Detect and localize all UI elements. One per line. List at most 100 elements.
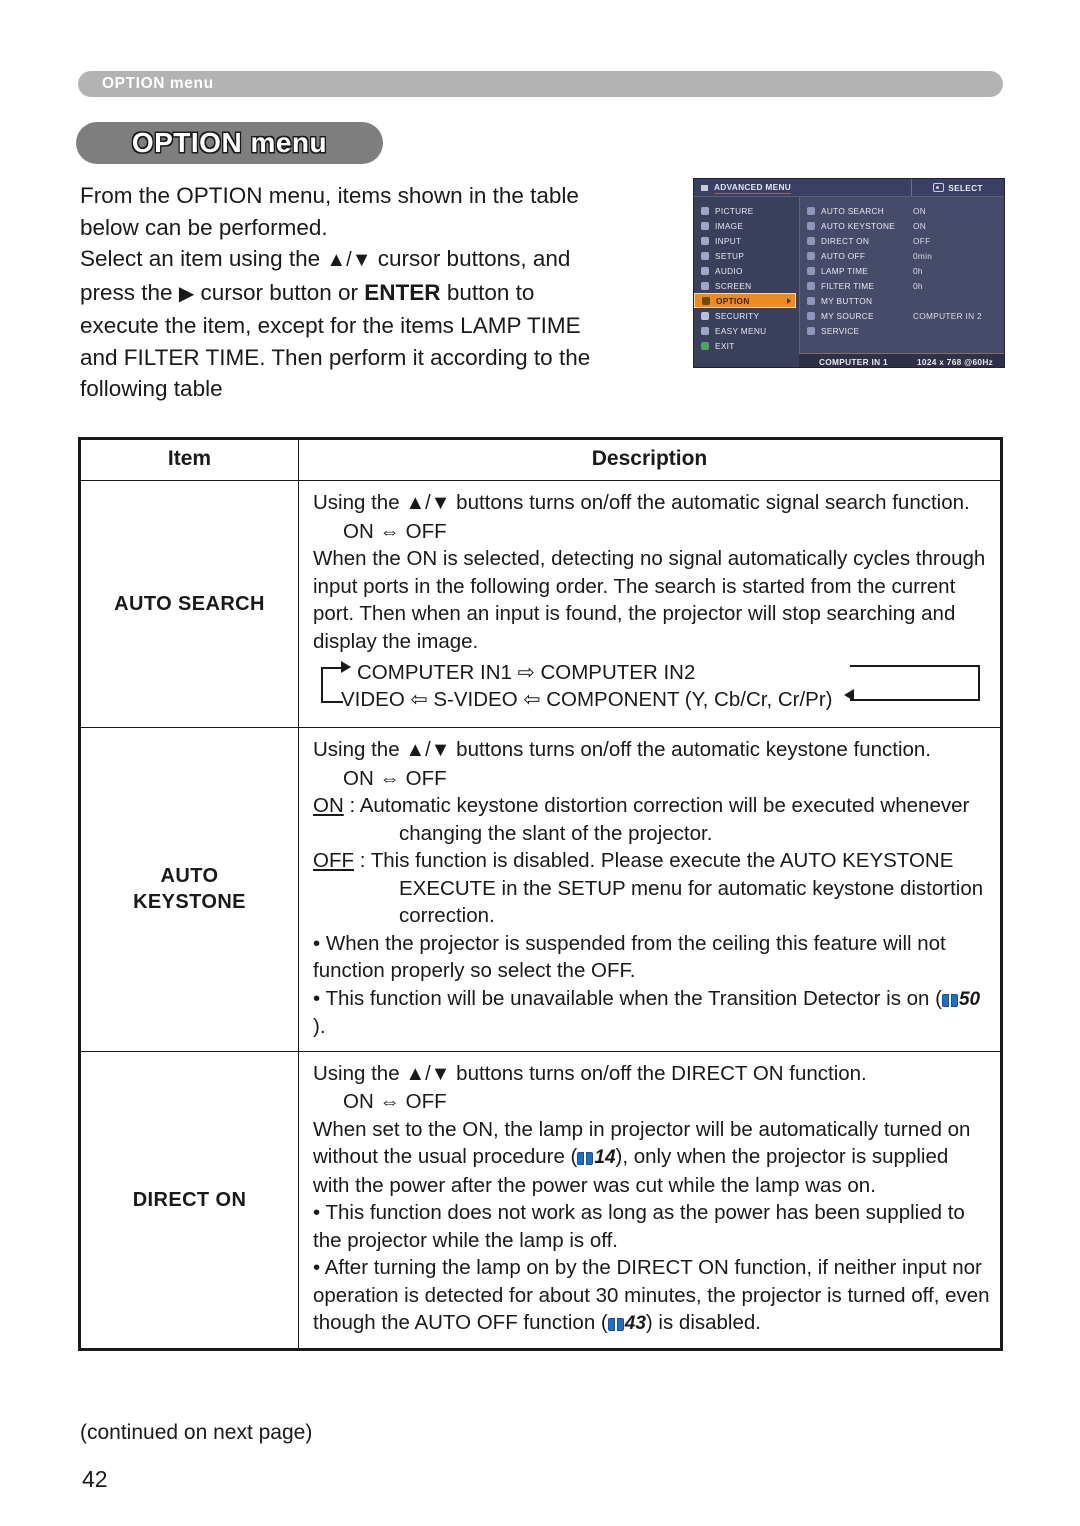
definition-term: OFF bbox=[313, 849, 354, 872]
item-label-auto-keystone: AUTO KEYSTONE bbox=[80, 727, 299, 1052]
osd-menu-label: EASY MENU bbox=[715, 325, 767, 336]
page-reference-number: 50 bbox=[958, 988, 981, 1010]
book-icon bbox=[607, 1318, 624, 1331]
osd-option-direct-on[interactable]: DIRECT ON OFF bbox=[800, 233, 1004, 248]
osd-option-auto-keystone[interactable]: AUTO KEYSTONE ON bbox=[800, 218, 1004, 233]
osd-menu-item-option[interactable]: OPTION bbox=[694, 293, 796, 308]
setup-icon bbox=[701, 251, 709, 260]
osd-menu-item-security[interactable]: SECURITY bbox=[694, 308, 799, 323]
osd-menu-item-image[interactable]: IMAGE bbox=[694, 218, 799, 233]
osd-option-label: DIRECT ON bbox=[821, 235, 870, 246]
desc-paragraph: When the ON is selected, detecting no si… bbox=[313, 547, 986, 653]
osd-option-label: FILTER TIME bbox=[821, 280, 875, 291]
right-cursor-icon: ▶ bbox=[178, 282, 195, 305]
osd-option-auto-off[interactable]: AUTO OFF 0min bbox=[800, 248, 1004, 263]
keystone-icon bbox=[807, 221, 815, 230]
desc-text: Using the bbox=[313, 491, 406, 514]
table-header-row: Item Description bbox=[80, 439, 1001, 481]
image-icon bbox=[701, 221, 709, 230]
osd-option-value: ON bbox=[913, 220, 927, 231]
running-header: OPTION menu bbox=[78, 71, 1003, 97]
intro-line-3-text-a: Select an item using the bbox=[80, 246, 327, 271]
desc-text: buttons turns on/off the automatic keyst… bbox=[450, 738, 931, 761]
osd-select-button[interactable]: SELECT bbox=[911, 179, 1004, 196]
osd-menu-label: SCREEN bbox=[715, 280, 752, 291]
option-menu-table: Item Description AUTO SEARCH Using the ▲… bbox=[78, 437, 1003, 1351]
osd-option-value: 0min bbox=[913, 250, 933, 261]
osd-menu-item-exit[interactable]: EXIT bbox=[694, 338, 799, 353]
osd-left-menu: PICTURE IMAGE INPUT SETUP AUDIO SCREEN O… bbox=[694, 197, 799, 367]
osd-option-filter-time[interactable]: FILTER TIME 0h bbox=[800, 278, 1004, 293]
bullet-item: • When the projector is suspended from t… bbox=[313, 931, 946, 983]
chevron-right-icon bbox=[787, 297, 791, 304]
input-icon bbox=[701, 236, 709, 245]
osd-option-my-button[interactable]: MY BUTTON bbox=[800, 293, 1004, 308]
osd-menu-item-picture[interactable]: PICTURE bbox=[694, 203, 799, 218]
osd-menu-label: EXIT bbox=[715, 340, 735, 351]
cycle-loop-left-bracket bbox=[321, 667, 343, 703]
exit-icon bbox=[701, 341, 709, 350]
updown-cursor-icon: ▲/▼ bbox=[405, 739, 451, 761]
updown-cursor-icon: ▲/▼ bbox=[405, 1062, 451, 1085]
page-number: 42 bbox=[82, 1466, 108, 1492]
bullet-text: ) is disabled. bbox=[645, 1311, 761, 1334]
updown-cursor-icon: ▲/▼ bbox=[405, 492, 451, 514]
input-cycle-diagram: COMPUTER IN1 ⇨ COMPUTER IN2 VIDEO ⇦ S-VI… bbox=[313, 659, 990, 717]
osd-option-lamp-time[interactable]: LAMP TIME 0h bbox=[800, 263, 1004, 278]
definition-on: ON : Automatic keystone distortion corre… bbox=[313, 792, 990, 847]
intro-line-4-text-b: cursor button or bbox=[194, 279, 365, 305]
search-icon bbox=[807, 206, 815, 215]
osd-menu-label: AUDIO bbox=[715, 265, 743, 276]
wrench-icon bbox=[807, 326, 815, 335]
osd-menu-item-input[interactable]: INPUT bbox=[694, 233, 799, 248]
osd-status-port: COMPUTER IN 1 bbox=[819, 357, 888, 367]
menu-icon bbox=[701, 184, 708, 191]
osd-option-label: SERVICE bbox=[821, 325, 860, 336]
osd-body: PICTURE IMAGE INPUT SETUP AUDIO SCREEN O… bbox=[694, 197, 1004, 367]
osd-option-value: 0h bbox=[913, 265, 923, 276]
cycle-arrow-left-icon bbox=[844, 689, 854, 701]
item-label-line-1: AUTO bbox=[160, 865, 219, 888]
definition-off: OFF : This function is disabled. Please … bbox=[313, 847, 990, 930]
filter-icon bbox=[807, 281, 815, 290]
cycle-loop-right-bracket bbox=[850, 665, 980, 701]
screen-icon bbox=[701, 281, 709, 290]
option-icon bbox=[702, 296, 710, 305]
cycle-line-2: VIDEO ⇦ S-VIDEO ⇦ COMPONENT (Y, Cb/Cr, C… bbox=[341, 688, 833, 711]
enter-button-label: ENTER bbox=[364, 279, 441, 305]
section-title-pill: OPTION menu bbox=[76, 122, 383, 164]
osd-option-service[interactable]: SERVICE bbox=[800, 323, 1004, 338]
intro-line-5: execute the item, except for the items L… bbox=[80, 313, 581, 338]
osd-title: ADVANCED MENU bbox=[714, 181, 792, 194]
osd-option-label: AUTO SEARCH bbox=[821, 205, 885, 216]
osd-option-label: LAMP TIME bbox=[821, 265, 869, 276]
brightness-icon bbox=[701, 206, 709, 215]
intro-line-3-text-b: cursor buttons, and bbox=[371, 246, 571, 271]
osd-option-auto-search[interactable]: AUTO SEARCH ON bbox=[800, 203, 1004, 218]
page-reference-number: 43 bbox=[624, 1313, 646, 1334]
column-header-description: Description bbox=[298, 439, 1001, 481]
osd-menu-label: INPUT bbox=[715, 235, 742, 246]
desc-line: Using the ▲/▼ buttons turns on/off the D… bbox=[313, 1060, 990, 1089]
bullet-item: • After turning the lamp on by the DIREC… bbox=[313, 1254, 990, 1338]
desc-paragraph: When set to the ON, the lamp in projecto… bbox=[313, 1116, 990, 1200]
page-reference: 14 bbox=[577, 1143, 616, 1172]
osd-menu-item-audio[interactable]: AUDIO bbox=[694, 263, 799, 278]
book-icon bbox=[941, 993, 958, 1007]
osd-status-resolution: 1024 x 768 @60Hz bbox=[917, 357, 994, 367]
desc-text: Using the bbox=[313, 738, 406, 761]
toggle-values: ON ⇔ OFF bbox=[343, 1090, 447, 1113]
osd-option-value: ON bbox=[913, 205, 927, 216]
osd-option-my-source[interactable]: MY SOURCE COMPUTER IN 2 bbox=[800, 308, 1004, 323]
table-row: DIRECT ON Using the ▲/▼ buttons turns on… bbox=[80, 1050, 1001, 1349]
item-label-direct-on: DIRECT ON bbox=[80, 1050, 299, 1349]
osd-menu-label: PICTURE bbox=[715, 205, 754, 216]
osd-menu-item-screen[interactable]: SCREEN bbox=[694, 278, 799, 293]
item-label-auto-search: AUTO SEARCH bbox=[80, 480, 299, 728]
intro-line-2: below can be performed. bbox=[80, 214, 328, 240]
osd-menu-item-setup[interactable]: SETUP bbox=[694, 248, 799, 263]
intro-line-7: following table bbox=[80, 376, 223, 401]
note-icon bbox=[701, 266, 709, 275]
cycle-line-1: COMPUTER IN1 ⇨ COMPUTER IN2 bbox=[357, 661, 696, 684]
osd-menu-item-easy-menu[interactable]: EASY MENU bbox=[694, 323, 799, 338]
